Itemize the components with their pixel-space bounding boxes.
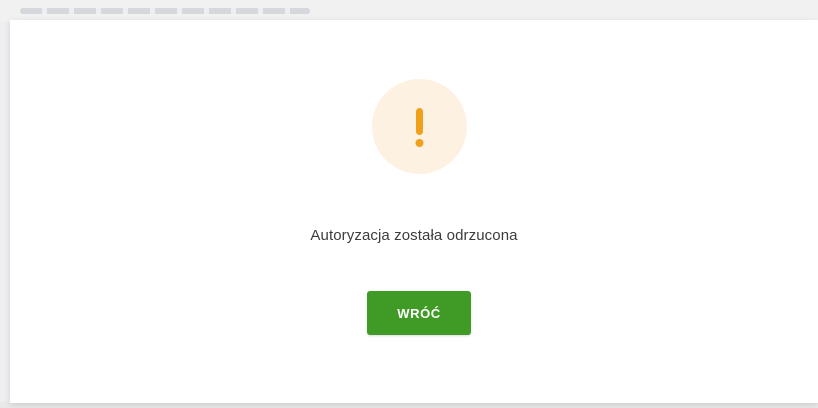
background-page-header: [0, 0, 818, 22]
page-backdrop: Autoryzacja została odrzucona WRÓĆ: [0, 0, 818, 408]
exclamation-warning-icon: [415, 108, 424, 147]
warning-icon-badge: [372, 79, 467, 174]
background-blurred-text: [20, 8, 310, 14]
background-page-edge: [0, 22, 10, 402]
back-button[interactable]: WRÓĆ: [367, 291, 471, 335]
dialog-message: Autoryzacja została odrzucona: [310, 227, 518, 244]
authorization-result-dialog: Autoryzacja została odrzucona WRÓĆ: [10, 20, 818, 403]
